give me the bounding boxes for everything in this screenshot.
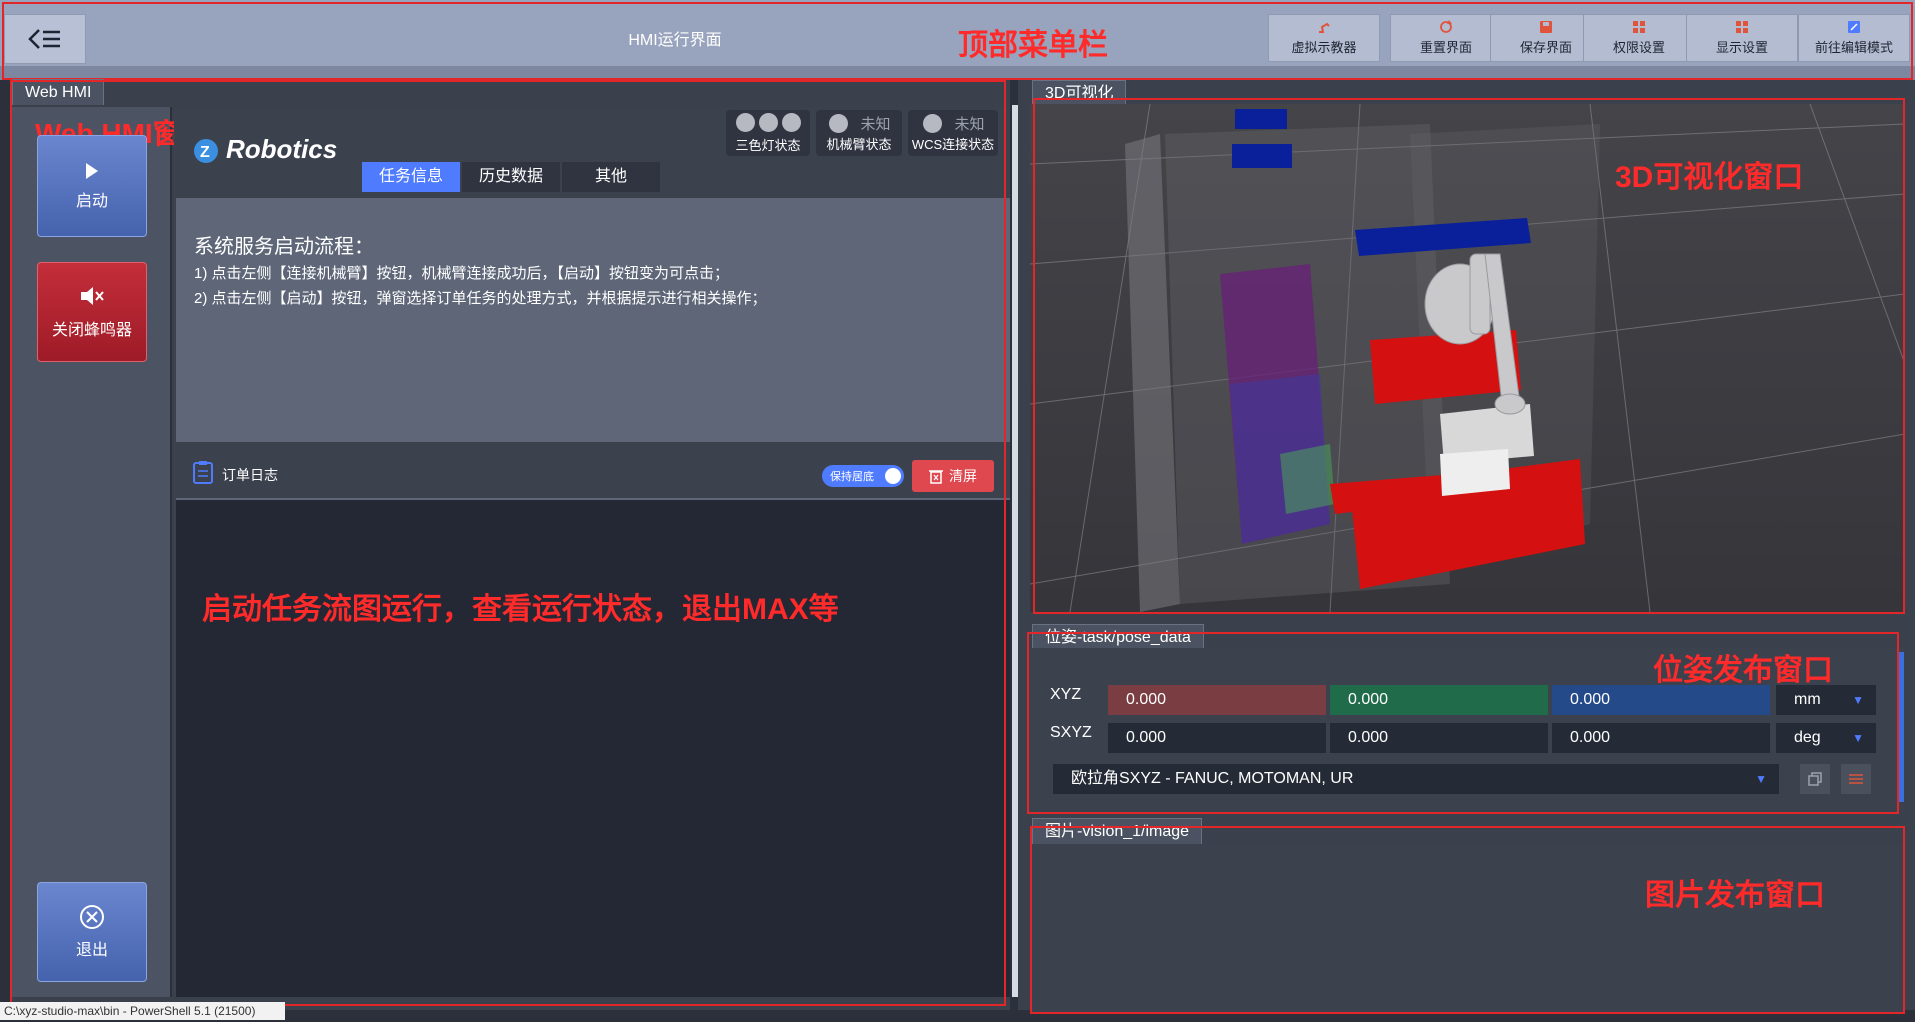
annotation-pose-frame [1027,632,1899,814]
annotation-image-frame [1030,826,1905,1014]
taskbar-tooltip: C:\xyz-studio-max\bin - PowerShell 5.1 (… [0,1002,285,1020]
annotation-top-frame [2,2,1913,80]
annotation-3d-frame [1033,98,1905,614]
annotation-webhmi-frame [10,80,1006,1006]
